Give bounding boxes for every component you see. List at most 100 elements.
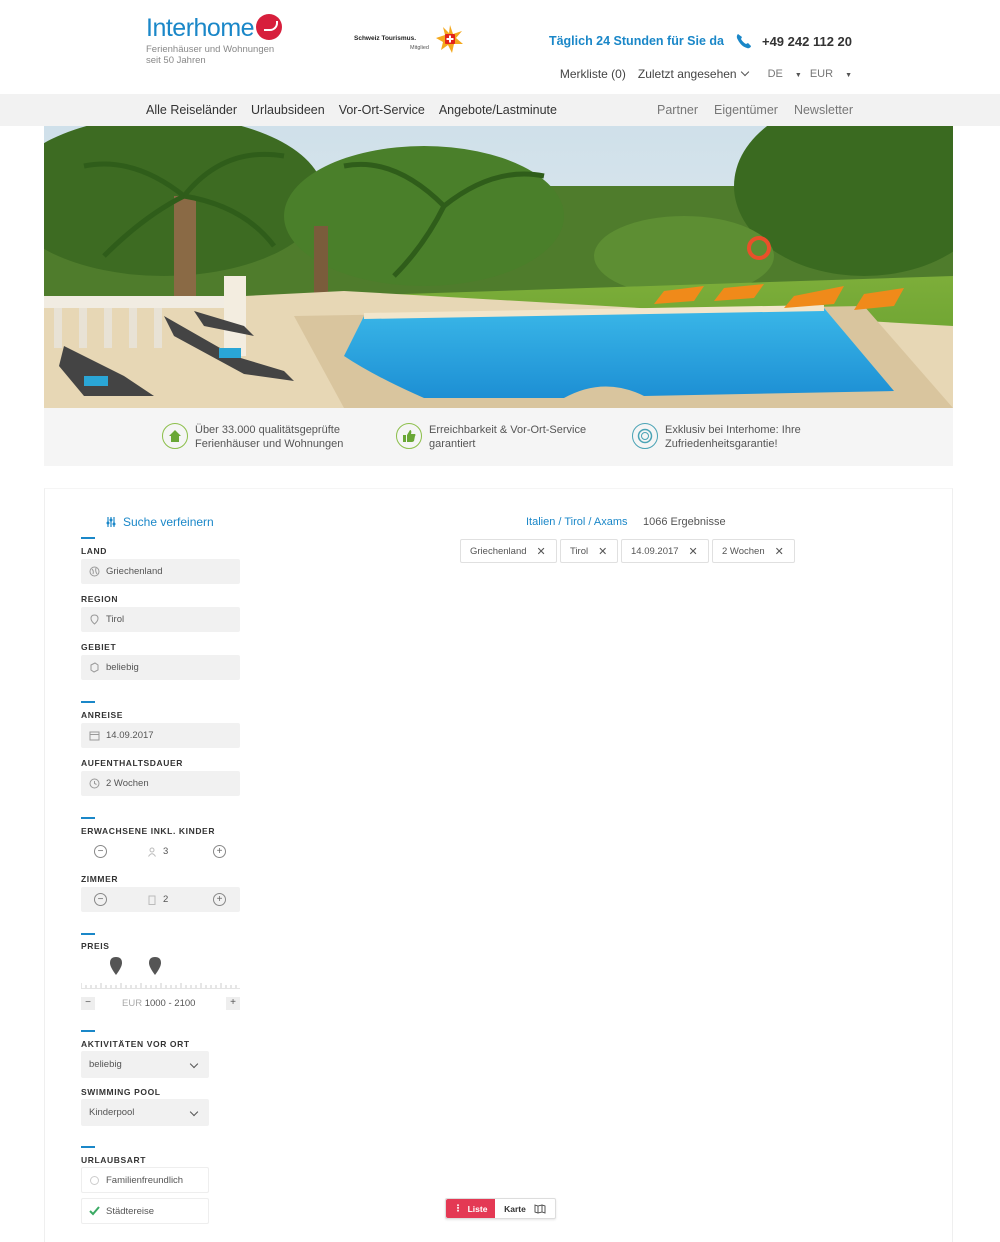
option-staedtereise[interactable]: Städtereise [81,1198,209,1224]
person-icon [148,847,156,857]
region-label: REGION [81,594,119,604]
map-icon [534,1203,546,1214]
partner-name: Schweiz Tourismus. [354,35,417,42]
logo-wordmark: Interhome [146,14,255,42]
rooms-stepper: − 2 + [81,887,240,912]
price-range-value: 1000 - 2100 [144,998,196,1009]
price-min-handle[interactable] [110,957,122,975]
price-increment-button[interactable]: + [226,997,240,1010]
site-header: Interhome Ferienhäuser und Wohnungen sei… [0,0,1000,94]
interhome-logo[interactable]: Interhome Ferienhäuser und Wohnungen sei… [146,13,283,66]
history-clock-icon [89,778,100,789]
price-scale [81,983,240,989]
logo-tagline: Ferienhäuser und Wohnungen seit 50 Jahre… [146,44,275,66]
recently-viewed-dropdown[interactable]: Zuletzt angesehen [638,67,749,81]
adults-increment-button[interactable]: + [213,845,226,858]
rooms-value: 2 [163,894,169,905]
usp-quality: Über 33.000 qualitätsgeprüfte Ferienhäus… [162,423,343,451]
user-nav: Merkliste (0) Zuletzt angesehen DE ▼ EUR ▼ [548,67,852,81]
remove-filter-icon[interactable]: ✕ [598,545,607,558]
adults-label: ERWACHSENE INKL. KINDER [81,826,216,836]
location-pin-icon [89,614,100,625]
price-range-row: − EUR 1000 - 2100 + [81,997,240,1011]
hotline-number[interactable]: +49 242 112 20 [762,34,852,49]
dauer-label: AUFENTHALTSDAUER [81,758,183,768]
section-divider [81,1146,95,1148]
adults-decrement-button[interactable]: − [94,845,107,858]
language-select[interactable]: DE ▼ [768,68,802,80]
section-divider [81,817,95,819]
price-decrement-button[interactable]: − [81,997,95,1010]
area-shape-icon [89,662,100,673]
calendar-icon [89,730,100,741]
remove-filter-icon[interactable]: ✕ [689,545,698,558]
rooms-decrement-button[interactable]: − [94,893,107,906]
nav-owner[interactable]: Eigentümer [714,103,778,117]
watchlist-link[interactable]: Merkliste (0) [560,67,626,81]
rooms-label: ZIMMER [81,874,119,884]
dauer-field[interactable]: 2 Wochen [81,771,240,796]
filter-chip[interactable]: Griechenland ✕ [460,539,557,563]
house-icon [162,423,188,449]
pool-garden-photo [44,126,953,408]
remove-filter-icon[interactable]: ✕ [537,545,546,558]
section-divider [81,933,95,935]
chevron-down-icon [189,1107,199,1117]
section-divider [81,1030,95,1032]
option-familienfreundlich[interactable]: Familienfreundlich [81,1167,209,1193]
nav-partner[interactable]: Partner [657,103,698,117]
hero-image [44,126,953,408]
urlaubsart-label: URLAUBSART [81,1155,147,1165]
region-field[interactable]: Tirol [81,607,240,632]
rooms-increment-button[interactable]: + [213,893,226,906]
price-slider[interactable] [81,957,240,991]
land-label: LAND [81,546,108,556]
price-max-handle[interactable] [149,957,161,975]
logo-badge-icon [256,13,283,40]
door-icon [148,895,156,905]
anreise-field[interactable]: 14.09.2017 [81,723,240,748]
gebiet-label: GEBIET [81,642,117,652]
nav-holiday-ideas[interactable]: Urlaubsideen [251,103,325,117]
refine-search-toggle[interactable]: Suche verfeinern [105,515,214,529]
price-currency: EUR [122,998,143,1009]
chevron-down-icon [189,1059,199,1069]
nav-all-countries[interactable]: Alle Reiseländer [146,103,237,117]
phone-icon [736,34,751,49]
gebiet-field[interactable]: beliebig [81,655,240,680]
nav-newsletter[interactable]: Newsletter [794,103,853,117]
guarantee-seal-icon [632,423,658,449]
anreise-label: ANREISE [81,710,123,720]
results-breadcrumb[interactable]: Italien / Tirol / Axams [526,516,627,528]
nav-onsite-service[interactable]: Vor-Ort-Service [339,103,425,117]
search-results-panel: Suche verfeinern LAND Griechenland REGIO… [44,488,953,1242]
usp-guarantee: Exklusiv bei Interhome: Ihre Zufriedenhe… [632,423,801,451]
pool-select[interactable]: Kinderpool [81,1099,209,1126]
schweiz-tourismus-badge: Schweiz Tourismus. Mitglied [354,24,470,54]
checkmark-icon [89,1206,100,1216]
usp-service: Erreichbarkeit & Vor-Ort-Service garanti… [396,423,586,451]
caret-down-icon: ▼ [845,72,852,79]
activities-select[interactable]: beliebig [81,1051,209,1078]
filter-chip[interactable]: 2 Wochen ✕ [712,539,795,563]
thumbs-up-icon [396,423,422,449]
main-nav: Alle Reiseländer Urlaubsideen Vor-Ort-Se… [0,94,1000,126]
section-divider [81,701,95,703]
land-field[interactable]: Griechenland [81,559,240,584]
map-view-button[interactable]: Karte [495,1199,555,1218]
adults-stepper: − 3 + [81,839,240,864]
remove-filter-icon[interactable]: ✕ [775,545,784,558]
activities-label: AKTIVITÄTEN VOR ORT [81,1039,190,1049]
results-count: 1066 Ergebnisse [643,516,726,528]
pool-label: SWIMMING POOL [81,1087,161,1097]
hotline-label: Täglich 24 Stunden für Sie da [548,34,724,48]
list-view-button[interactable]: ⋮ Liste [446,1199,495,1218]
section-divider [81,537,95,539]
partner-sub: Mitglied [410,45,429,51]
filter-chip[interactable]: Tirol ✕ [560,539,619,563]
filter-chip[interactable]: 14.09.2017 ✕ [621,539,709,563]
sliders-icon [106,517,116,527]
currency-select[interactable]: EUR ▼ [810,68,852,80]
nav-offers[interactable]: Angebote/Lastminute [439,103,557,117]
usp-bar: Über 33.000 qualitätsgeprüfte Ferienhäus… [44,408,953,466]
